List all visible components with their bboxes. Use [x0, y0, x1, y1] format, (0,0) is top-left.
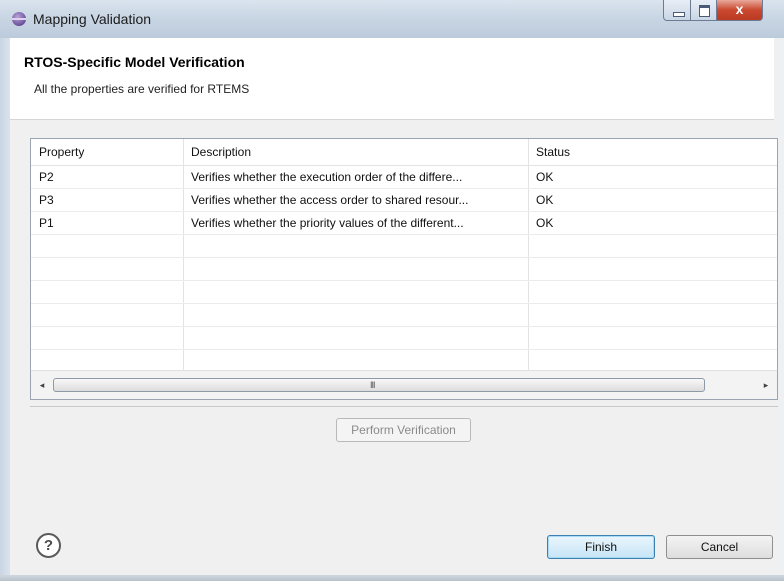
scroll-left-icon[interactable]: ◂: [37, 378, 47, 392]
close-icon: x: [735, 1, 744, 17]
column-header-description[interactable]: Description: [183, 139, 528, 166]
cell-description: Verifies whether the execution order of …: [191, 170, 463, 184]
wizard-header: RTOS-Specific Model Verification All the…: [10, 38, 774, 120]
page-subtitle: All the properties are verified for RTEM…: [34, 82, 250, 96]
window-title: Mapping Validation: [33, 11, 152, 27]
window-frame-bottom: [0, 575, 784, 581]
cancel-button[interactable]: Cancel: [666, 535, 773, 559]
title-bar[interactable]: Mapping Validation x: [0, 0, 784, 39]
window-frame-left: [0, 38, 10, 581]
cell-status: OK: [536, 170, 554, 184]
help-icon[interactable]: ?: [36, 533, 61, 558]
empty-row: [31, 304, 777, 327]
cell-property: P2: [39, 170, 54, 184]
table-row[interactable]: P1 Verifies whether the priority values …: [31, 212, 777, 235]
close-button[interactable]: x: [716, 0, 763, 21]
grip-icon: III: [370, 380, 375, 390]
cell-description: Verifies whether the access order to sha…: [191, 193, 469, 207]
table-row[interactable]: P2 Verifies whether the execution order …: [31, 166, 777, 189]
divider: [30, 406, 778, 407]
empty-row: [31, 281, 777, 304]
empty-row: [31, 327, 777, 350]
eclipse-icon: [12, 12, 26, 26]
column-header-property[interactable]: Property: [31, 139, 183, 166]
page-title: RTOS-Specific Model Verification: [24, 54, 245, 70]
minimize-icon: [673, 12, 685, 17]
empty-row: [31, 258, 777, 281]
properties-table[interactable]: Property Description Status P2 Verifies …: [30, 138, 778, 400]
maximize-icon: [699, 5, 710, 17]
horizontal-scrollbar[interactable]: ◂ III ▸: [31, 370, 777, 399]
maximize-button[interactable]: [690, 0, 717, 21]
perform-verification-button[interactable]: Perform Verification: [336, 418, 471, 442]
column-header-status[interactable]: Status: [528, 139, 777, 166]
cell-status: OK: [536, 193, 554, 207]
cell-status: OK: [536, 216, 554, 230]
dialog-window: Mapping Validation x RTOS-Specific Model…: [0, 0, 784, 581]
cell-property: P1: [39, 216, 54, 230]
scroll-right-icon[interactable]: ▸: [761, 378, 771, 392]
table-row[interactable]: P3 Verifies whether the access order to …: [31, 189, 777, 212]
cell-description: Verifies whether the priority values of …: [191, 216, 464, 230]
finish-button[interactable]: Finish: [547, 535, 655, 559]
cell-property: P3: [39, 193, 54, 207]
minimize-button[interactable]: [663, 0, 691, 21]
empty-row: [31, 235, 777, 258]
scrollbar-thumb[interactable]: III: [53, 378, 705, 392]
